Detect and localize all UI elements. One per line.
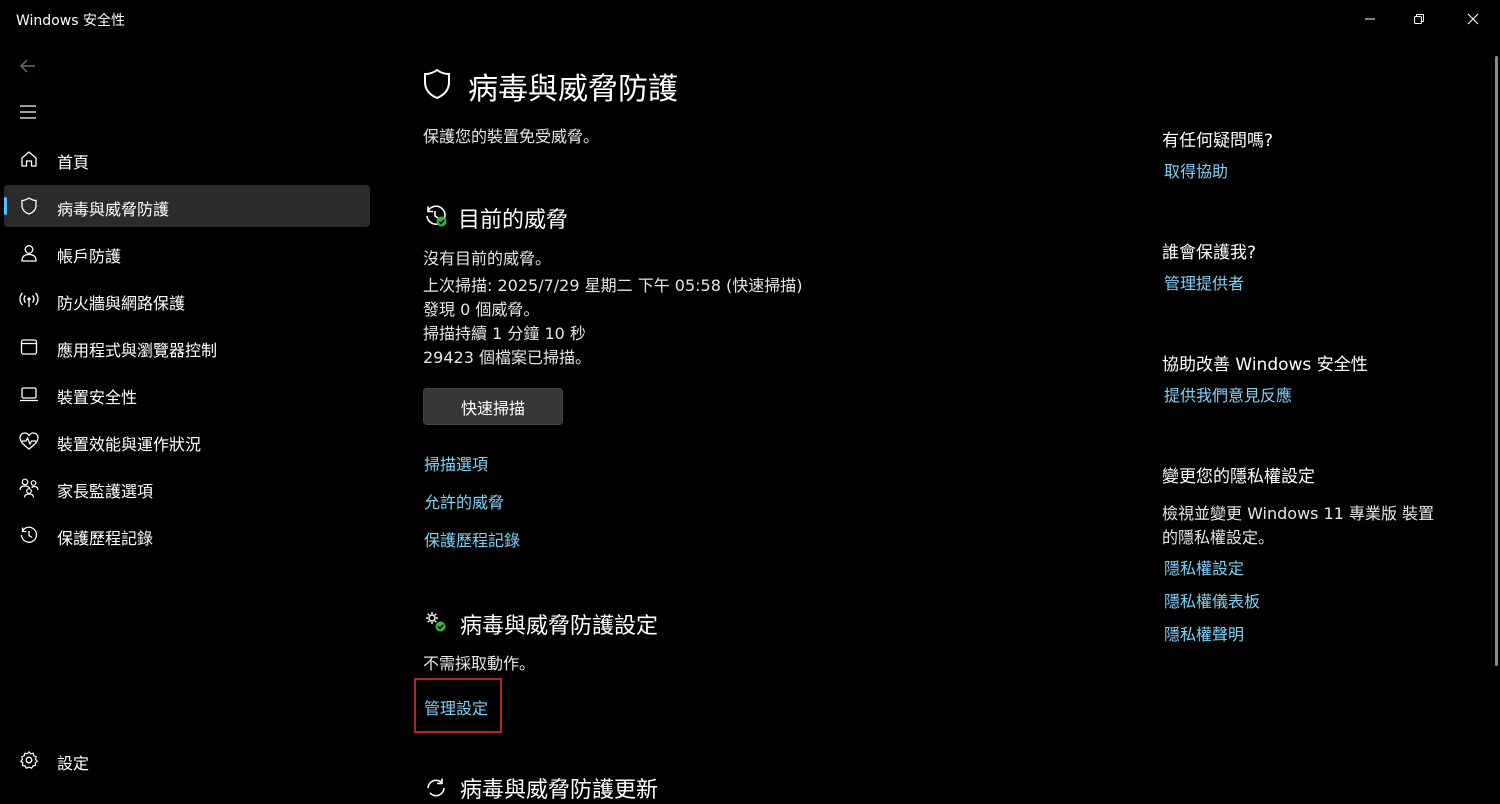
privacy-statement-link[interactable]: 隱私權聲明: [1164, 621, 1244, 645]
sidebar-item-label: 防火牆與網路保護: [57, 294, 186, 313]
family-icon: [18, 477, 40, 499]
sidebar-item-label: 家長監護選項: [57, 482, 154, 501]
allowed-threats-link[interactable]: 允許的威脅: [424, 489, 504, 513]
person-icon: [18, 242, 40, 264]
sidebar-item-family-options[interactable]: 家長監護選項: [4, 467, 370, 509]
minimize-button[interactable]: [1345, 0, 1395, 38]
protector-heading: 誰會保護我?: [1162, 243, 1257, 263]
protection-updates-title: 病毒與威脅防護更新: [460, 778, 659, 803]
back-arrow-icon: [20, 59, 35, 73]
sidebar-item-account-protection[interactable]: 帳戶防護: [4, 232, 370, 274]
last-scan-text: 上次掃描: 2025/7/29 星期二 下午 05:58 (快速掃描): [423, 276, 803, 295]
privacy-dashboard-link[interactable]: 隱私權儀表板: [1164, 588, 1260, 612]
quick-scan-button[interactable]: 快速掃描: [423, 388, 563, 425]
page-title: 病毒與威脅防護: [468, 72, 678, 107]
current-threats-title: 目前的威脅: [458, 208, 569, 233]
sidebar-item-home[interactable]: 首頁: [4, 138, 370, 180]
scan-options-link[interactable]: 掃描選項: [424, 451, 488, 475]
sidebar-item-label: 保護歷程記錄: [57, 529, 154, 548]
back-button[interactable]: [14, 54, 42, 78]
files-scanned-text: 29423 個檔案已掃描。: [423, 348, 591, 367]
threat-status-text: 沒有目前的威脅。: [423, 249, 552, 268]
sidebar-item-firewall[interactable]: 防火牆與網路保護: [4, 279, 370, 321]
title-bar: Windows 安全性: [0, 0, 1500, 40]
privacy-heading: 變更您的隱私權設定: [1162, 467, 1315, 487]
get-help-link[interactable]: 取得協助: [1164, 158, 1228, 182]
settings-status-text: 不需採取動作。: [423, 654, 536, 673]
heart-pulse-icon: [18, 430, 40, 452]
restore-button[interactable]: [1394, 0, 1444, 38]
sidebar-item-device-security[interactable]: 裝置安全性: [4, 373, 370, 415]
app-title: Windows 安全性: [16, 13, 125, 29]
protection-history-link[interactable]: 保護歷程記錄: [424, 527, 520, 551]
privacy-description-line-1: 檢視並變更 Windows 11 專業版 裝置: [1162, 504, 1435, 523]
sidebar-item-label: 首頁: [57, 153, 90, 172]
sidebar-item-label: 病毒與威脅防護: [57, 200, 170, 219]
sidebar-item-label: 裝置效能與運作狀況: [57, 435, 202, 454]
shield-icon: [422, 68, 452, 100]
wifi-antenna-icon: [18, 289, 40, 311]
restore-icon: [1414, 14, 1424, 24]
laptop-icon: [18, 383, 40, 405]
protection-settings-title: 病毒與威脅防護設定: [460, 614, 659, 639]
shield-icon: [18, 195, 40, 217]
sidebar-item-device-performance[interactable]: 裝置效能與運作狀況: [4, 420, 370, 462]
sidebar-item-label: 裝置安全性: [57, 388, 138, 407]
sidebar-item-protection-history[interactable]: 保護歷程記錄: [4, 514, 370, 556]
update-refresh-icon: [424, 776, 448, 800]
gear-icon: [18, 749, 40, 771]
threats-found-text: 發現 0 個威脅。: [423, 300, 540, 319]
improve-heading: 協助改善 Windows 安全性: [1162, 355, 1368, 375]
sidebar-item-label: 帳戶防護: [57, 247, 122, 266]
privacy-settings-link[interactable]: 隱私權設定: [1164, 555, 1244, 579]
close-button[interactable]: [1448, 0, 1498, 38]
close-icon: [1467, 13, 1479, 25]
scan-history-icon: [424, 204, 448, 228]
menu-button[interactable]: [14, 100, 42, 124]
scrollbar-thumb[interactable]: [1495, 56, 1498, 666]
scan-duration-text: 掃描持續 1 分鐘 10 秒: [423, 324, 586, 343]
sidebar-item-settings[interactable]: 設定: [4, 739, 370, 781]
home-icon: [18, 148, 40, 170]
settings-label: 設定: [57, 754, 90, 773]
manage-settings-link[interactable]: 管理設定: [424, 695, 488, 719]
questions-heading: 有任何疑問嗎?: [1162, 131, 1274, 151]
settings-gears-icon: [424, 610, 448, 634]
sidebar-item-app-browser-control[interactable]: 應用程式與瀏覽器控制: [4, 326, 370, 368]
selection-indicator: [4, 197, 7, 215]
history-icon: [18, 524, 40, 546]
privacy-description-line-2: 的隱私權設定。: [1162, 528, 1275, 547]
app-window-icon: [18, 336, 40, 358]
give-feedback-link[interactable]: 提供我們意見反應: [1164, 382, 1292, 406]
sidebar-item-label: 應用程式與瀏覽器控制: [57, 341, 218, 360]
hamburger-icon: [20, 105, 36, 119]
page-subtitle: 保護您的裝置免受威脅。: [423, 127, 600, 146]
minimize-icon: [1365, 18, 1375, 20]
sidebar-item-virus-protection[interactable]: 病毒與威脅防護: [4, 185, 370, 227]
manage-providers-link[interactable]: 管理提供者: [1164, 270, 1244, 294]
